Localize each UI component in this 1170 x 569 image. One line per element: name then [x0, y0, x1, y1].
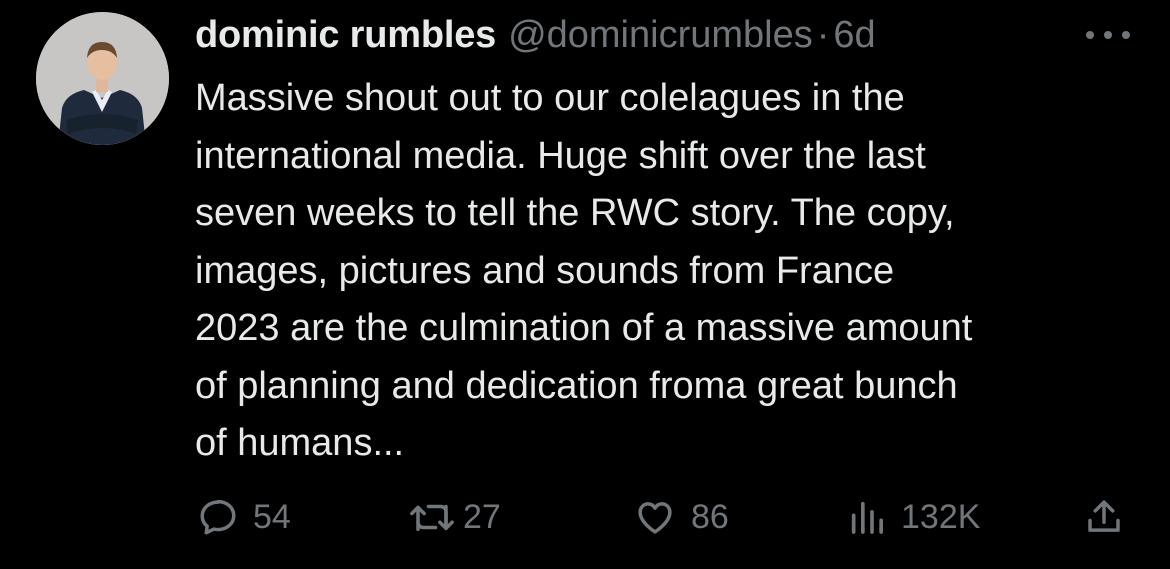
tweet-header: dominic rumbles @dominicrumbles · 6d [195, 10, 876, 60]
like-button[interactable]: 86 [633, 492, 729, 542]
tweet-text: Massive shout out to our colelagues in t… [195, 77, 973, 464]
timestamp[interactable]: 6d [833, 10, 875, 60]
like-count: 86 [691, 497, 729, 536]
views-icon [851, 501, 883, 534]
heart-icon [638, 502, 672, 534]
avatar-photo [36, 12, 169, 145]
repost-icon [410, 504, 454, 531]
reply-count: 54 [253, 497, 291, 536]
avatar[interactable] [36, 12, 169, 145]
display-name[interactable]: dominic rumbles [195, 10, 496, 60]
reply-icon [200, 499, 236, 535]
repost-count: 27 [463, 497, 501, 536]
views-count: 132K [901, 497, 981, 536]
views-button[interactable]: 132K [847, 492, 980, 542]
more-horizontal-icon [1086, 31, 1094, 39]
share-icon [1088, 500, 1120, 532]
share-button[interactable] [1083, 492, 1125, 542]
separator-dot: · [816, 14, 830, 56]
reply-button[interactable]: 54 [197, 492, 291, 542]
repost-button[interactable]: 27 [409, 492, 501, 542]
user-handle[interactable]: @dominicrumbles [508, 10, 813, 60]
tweet: dominic rumbles @dominicrumbles · 6d Mas… [0, 0, 1170, 569]
action-bar: 54 27 86 132K [195, 492, 1135, 542]
more-options-button[interactable] [1086, 20, 1130, 50]
